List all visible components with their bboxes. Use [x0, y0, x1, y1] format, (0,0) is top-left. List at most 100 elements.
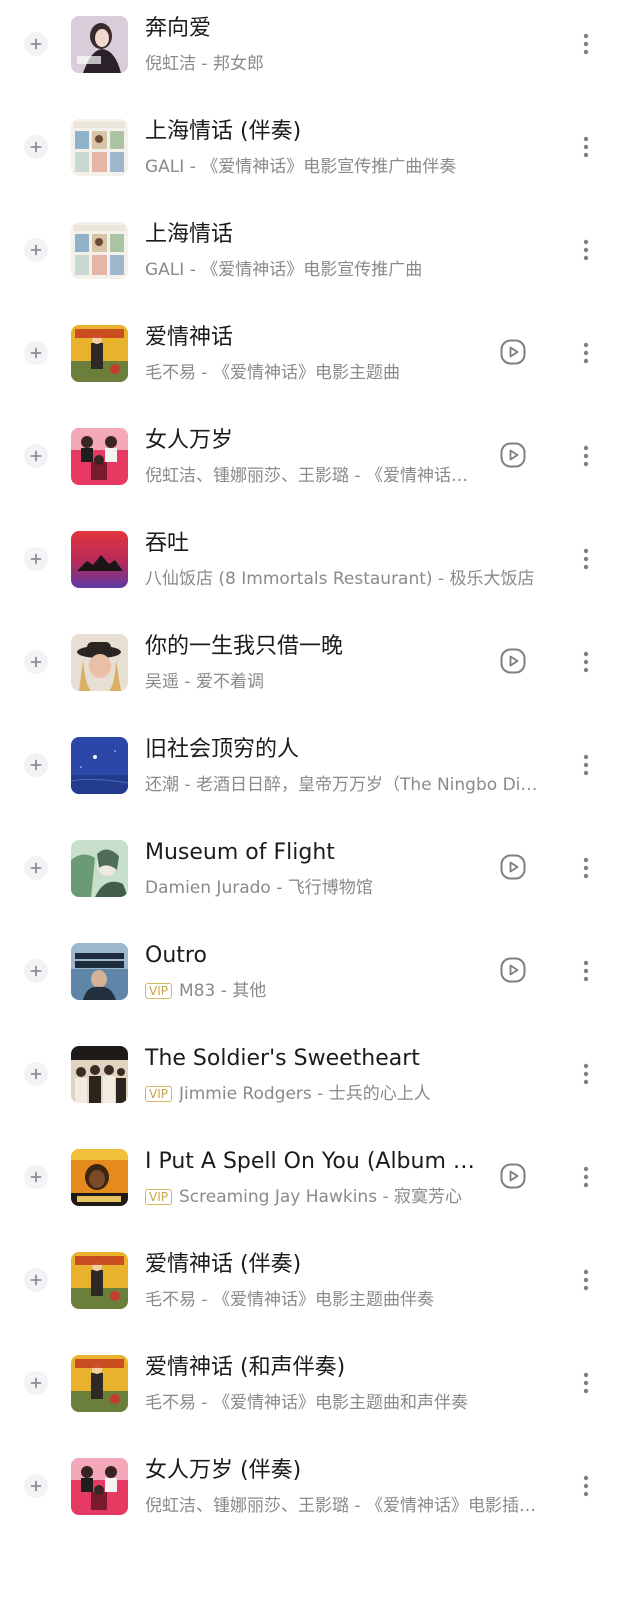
song-title: 旧社会顶穷的人 — [145, 737, 300, 762]
plus-icon — [30, 759, 42, 771]
song-meta: GALI - 《爱情神话》电影宣传推广曲 — [145, 257, 422, 283]
song-row[interactable]: 上海情话 GALI - 《爱情神话》电影宣传推广曲 — [0, 206, 640, 309]
album-cover[interactable] — [71, 16, 128, 73]
song-row[interactable]: 上海情话 (伴奏) GALI - 《爱情神话》电影宣传推广曲伴奏 — [0, 103, 640, 206]
album-cover[interactable] — [71, 943, 128, 1000]
song-title: 女人万岁 (伴奏) — [145, 1458, 302, 1483]
more-vertical-icon[interactable] — [576, 133, 596, 161]
song-meta: 倪虹洁 - 邦女郎 — [145, 51, 264, 77]
plus-icon — [30, 1274, 42, 1286]
song-row[interactable]: 女人万岁 (伴奏) 倪虹洁、锺娜丽莎、王影璐 - 《爱情神话》电影插曲伴奏 — [0, 1442, 640, 1545]
song-subtitle: 倪虹洁、锺娜丽莎、王影璐 - 《爱情神话》电影插曲 — [145, 466, 475, 486]
more-vertical-icon[interactable] — [576, 648, 596, 676]
song-row[interactable]: 奔向爱 倪虹洁 - 邦女郎 — [0, 0, 640, 103]
song-row[interactable]: 女人万岁倪虹洁、锺娜丽莎、王影璐 - 《爱情神话》电影插曲 — [0, 412, 640, 515]
song-row[interactable]: 你的一生我只借一晚 吴遥 - 爱不着调 — [0, 618, 640, 721]
album-cover[interactable] — [71, 1046, 128, 1103]
plus-icon — [30, 553, 42, 565]
song-subtitle: 倪虹洁、锺娜丽莎、王影璐 - 《爱情神话》电影插曲伴奏 — [145, 1496, 540, 1516]
album-cover[interactable] — [71, 325, 128, 382]
plus-icon — [30, 38, 42, 50]
more-vertical-icon[interactable] — [576, 1060, 596, 1088]
add-to-playlist-button[interactable] — [24, 1371, 48, 1395]
add-to-playlist-button[interactable] — [24, 444, 48, 468]
song-row[interactable]: The Soldier's Sweetheart VIP Jimmie Rodger… — [0, 1030, 640, 1133]
song-title: 爱情神话 (和声伴奏) — [145, 1355, 346, 1380]
add-to-playlist-button[interactable] — [24, 650, 48, 674]
song-subtitle: 毛不易 - 《爱情神话》电影主题曲伴奏 — [145, 1290, 434, 1310]
more-vertical-icon[interactable] — [576, 339, 596, 367]
add-to-playlist-button[interactable] — [24, 1165, 48, 1189]
more-vertical-icon[interactable] — [576, 545, 596, 573]
play-video-icon[interactable] — [500, 339, 526, 365]
song-meta: VIP Screaming Jay Hawkins - 寂寞芳心 — [145, 1184, 462, 1210]
add-to-playlist-button[interactable] — [24, 1474, 48, 1498]
more-vertical-icon[interactable] — [576, 751, 596, 779]
album-cover[interactable] — [71, 119, 128, 176]
plus-icon — [30, 450, 42, 462]
song-meta: VIP M83 - 其他 — [145, 978, 266, 1004]
plus-icon — [30, 656, 42, 668]
play-video-icon[interactable] — [500, 854, 526, 880]
add-to-playlist-button[interactable] — [24, 341, 48, 365]
song-row[interactable]: 旧社会顶穷的人 还潮 - 老酒日日醉，皇帝万万岁（The Ningbo Diale… — [0, 721, 640, 824]
song-subtitle: GALI - 《爱情神话》电影宣传推广曲伴奏 — [145, 157, 457, 177]
more-vertical-icon[interactable] — [576, 30, 596, 58]
song-title: Outro — [145, 943, 207, 968]
song-row[interactable]: I Put A Spell On You (Album Version) VIP S… — [0, 1133, 640, 1236]
song-subtitle: 八仙饭店 (8 Immortals Restaurant) - 极乐大饭店 — [145, 569, 535, 589]
plus-icon — [30, 1377, 42, 1389]
add-to-playlist-button[interactable] — [24, 238, 48, 262]
song-meta: 毛不易 - 《爱情神话》电影主题曲 — [145, 360, 400, 386]
song-subtitle: 毛不易 - 《爱情神话》电影主题曲 — [145, 363, 400, 383]
song-row[interactable]: 爱情神话 毛不易 - 《爱情神话》电影主题曲 — [0, 309, 640, 412]
song-subtitle: 吴遥 - 爱不着调 — [145, 672, 264, 692]
album-cover[interactable] — [71, 840, 128, 897]
album-cover[interactable] — [71, 1355, 128, 1412]
album-cover[interactable] — [71, 1149, 128, 1206]
song-row[interactable]: 爱情神话 (和声伴奏) 毛不易 - 《爱情神话》电影主题曲和声伴奏 — [0, 1339, 640, 1442]
more-vertical-icon[interactable] — [576, 854, 596, 882]
add-to-playlist-button[interactable] — [24, 959, 48, 983]
more-vertical-icon[interactable] — [576, 1266, 596, 1294]
album-cover[interactable] — [71, 531, 128, 588]
song-row[interactable]: 吞吐八仙饭店 (8 Immortals Restaurant) - 极乐大饭店 — [0, 515, 640, 618]
album-cover[interactable] — [71, 222, 128, 279]
album-cover[interactable] — [71, 1458, 128, 1515]
song-subtitle: Jimmie Rodgers - 士兵的心上人 — [178, 1084, 431, 1104]
song-row[interactable]: 爱情神话 (伴奏) 毛不易 - 《爱情神话》电影主题曲伴奏 — [0, 1236, 640, 1339]
play-video-icon[interactable] — [500, 1163, 526, 1189]
more-vertical-icon[interactable] — [576, 236, 596, 264]
song-subtitle: Damien Jurado - 飞行博物馆 — [145, 878, 373, 898]
song-title: 上海情话 — [145, 222, 234, 247]
add-to-playlist-button[interactable] — [24, 1268, 48, 1292]
song-title: The Soldier's Sweetheart — [145, 1046, 420, 1071]
add-to-playlist-button[interactable] — [24, 135, 48, 159]
play-video-icon[interactable] — [500, 957, 526, 983]
add-to-playlist-button[interactable] — [24, 547, 48, 571]
add-to-playlist-button[interactable] — [24, 856, 48, 880]
song-title: 吞吐 — [145, 531, 190, 556]
album-cover[interactable] — [71, 737, 128, 794]
more-vertical-icon[interactable] — [576, 1472, 596, 1500]
add-to-playlist-button[interactable] — [24, 753, 48, 777]
song-row[interactable]: Outro VIP M83 - 其他 — [0, 927, 640, 1030]
plus-icon — [30, 1480, 42, 1492]
song-title: I Put A Spell On You (Album Version) — [145, 1149, 480, 1174]
add-to-playlist-button[interactable] — [24, 1062, 48, 1086]
more-vertical-icon[interactable] — [576, 1369, 596, 1397]
song-row[interactable]: Museum of Flight Damien Jurado - 飞行博物馆 — [0, 824, 640, 927]
album-cover[interactable] — [71, 634, 128, 691]
more-vertical-icon[interactable] — [576, 1163, 596, 1191]
play-video-icon[interactable] — [500, 648, 526, 674]
vip-badge: VIP — [145, 983, 172, 999]
song-title: 上海情话 (伴奏) — [145, 119, 302, 144]
play-video-icon[interactable] — [500, 442, 526, 468]
more-vertical-icon[interactable] — [576, 957, 596, 985]
album-cover[interactable] — [71, 1252, 128, 1309]
add-to-playlist-button[interactable] — [24, 32, 48, 56]
more-vertical-icon[interactable] — [576, 442, 596, 470]
album-cover[interactable] — [71, 428, 128, 485]
song-meta: VIP Jimmie Rodgers - 士兵的心上人 — [145, 1081, 431, 1107]
song-subtitle: 毛不易 - 《爱情神话》电影主题曲和声伴奏 — [145, 1393, 468, 1413]
